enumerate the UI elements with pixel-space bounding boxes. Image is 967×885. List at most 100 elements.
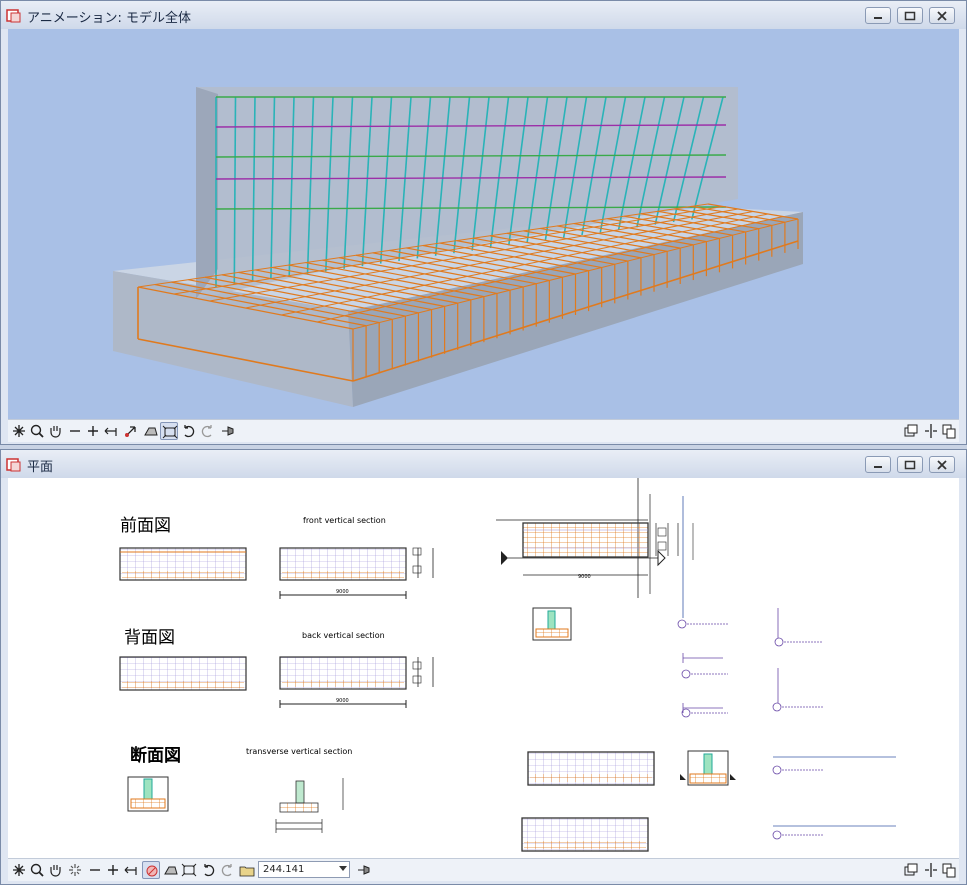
new-window-button[interactable]: [902, 422, 920, 440]
zoom-button[interactable]: [28, 861, 46, 879]
fit-icon: [181, 863, 197, 877]
pin-button[interactable]: [354, 861, 372, 879]
snap-button[interactable]: [66, 861, 84, 879]
pin-button[interactable]: [218, 422, 236, 440]
back-section-drawing[interactable]: 9000: [279, 656, 434, 708]
split-icon: [925, 863, 937, 877]
front-elevation-drawing[interactable]: [119, 547, 247, 581]
arrow-left-icon: [124, 866, 137, 875]
folder-icon: [239, 866, 255, 877]
redo-button[interactable]: [218, 861, 236, 879]
undo-button[interactable]: [180, 422, 198, 440]
maximize-button[interactable]: [897, 7, 923, 24]
copy-icon: [942, 863, 956, 878]
zoom-combo[interactable]: 244.141: [258, 861, 350, 878]
split-button[interactable]: [922, 422, 940, 440]
lower-section-drawing[interactable]: [680, 750, 736, 786]
zoom-in-button[interactable]: [84, 422, 102, 440]
shade-icon: [144, 427, 158, 436]
arrow-left-icon: [104, 427, 117, 436]
maximize-button[interactable]: [897, 456, 923, 473]
undo-icon: [204, 864, 215, 877]
redo-icon: [201, 425, 212, 438]
bar-schedule[interactable]: [677, 608, 823, 840]
pan-button[interactable]: [46, 861, 64, 879]
fit-all-button[interactable]: [160, 422, 178, 440]
copy-button[interactable]: [940, 861, 958, 879]
back-elevation-drawing[interactable]: [119, 656, 247, 691]
minimize-icon: [874, 466, 882, 468]
lower-elevation-1[interactable]: [527, 751, 655, 786]
select-tool-button[interactable]: [10, 422, 28, 440]
transverse-section-drawing[interactable]: [127, 776, 344, 833]
drawing-sheet[interactable]: 前面図 front vertical section 背面図 back vert…: [8, 478, 959, 858]
maximize-icon: [904, 11, 916, 21]
hand-icon: [50, 865, 61, 877]
window-title: 平面: [27, 460, 54, 475]
close-button[interactable]: [929, 7, 955, 24]
fit-width-button[interactable]: [122, 861, 140, 879]
redo-button[interactable]: [198, 422, 216, 440]
3d-viewport[interactable]: [8, 29, 959, 419]
undo-icon: [184, 425, 195, 438]
wall-left: [196, 87, 218, 299]
window-icon: [904, 424, 918, 437]
zoom-in-button[interactable]: [104, 861, 122, 879]
rotate-view-button[interactable]: [122, 422, 140, 440]
app-icon: [6, 458, 21, 472]
select-tool-button[interactable]: [10, 861, 28, 879]
layer-button[interactable]: [142, 861, 160, 879]
plan-window-titlebar[interactable]: 平面: [1, 450, 966, 478]
copy-icon: [942, 424, 956, 439]
close-button[interactable]: [929, 456, 955, 473]
split-icon: [925, 424, 937, 438]
plan-view-drawing[interactable]: 9000: [496, 478, 694, 618]
close-icon: [937, 460, 947, 470]
shade-button[interactable]: [142, 422, 160, 440]
shade-button[interactable]: [162, 861, 180, 879]
window-title: アニメーション: モデル全体: [27, 11, 191, 26]
maximize-icon: [904, 460, 916, 470]
minus-icon: [90, 869, 100, 871]
fit-width-button[interactable]: [102, 422, 120, 440]
asterisk-icon: [13, 425, 25, 437]
new-window-button[interactable]: [902, 861, 920, 879]
asterisk-icon: [13, 864, 25, 876]
drawing-canvas: 9000 9000 9000: [119, 478, 896, 852]
zoom-value: 244.141: [263, 864, 305, 875]
minimize-button[interactable]: [865, 7, 891, 24]
zoom-out-button[interactable]: [86, 861, 104, 879]
lower-elevation-2[interactable]: [521, 817, 649, 852]
chevron-down-icon[interactable]: [339, 866, 347, 871]
minimize-button[interactable]: [865, 456, 891, 473]
arrow-diagonal-icon: [125, 426, 136, 437]
sparkle-icon: [69, 864, 81, 876]
minimize-icon: [874, 17, 882, 19]
redo-icon: [221, 864, 232, 877]
top-toolbar: [8, 419, 959, 442]
copy-button[interactable]: [940, 422, 958, 440]
window-icon: [904, 863, 918, 876]
target-icon: [146, 865, 158, 877]
magnifier-icon: [30, 863, 44, 877]
rebar-3d-model[interactable]: [8, 29, 961, 419]
front-section-dim: 9000: [336, 589, 349, 595]
zoom-out-button[interactable]: [66, 422, 84, 440]
back-section-dim: 9000: [336, 698, 349, 704]
pin-icon: [222, 426, 234, 436]
small-section-drawing[interactable]: [532, 607, 572, 641]
minus-icon: [70, 430, 80, 432]
animation-window-titlebar[interactable]: アニメーション: モデル全体: [1, 1, 966, 29]
undo-button[interactable]: [200, 861, 218, 879]
front-section-drawing[interactable]: 9000: [279, 547, 434, 599]
pin-icon: [358, 865, 370, 875]
fit-all-button[interactable]: [180, 861, 198, 879]
app-icon: [6, 9, 21, 23]
open-button[interactable]: [238, 861, 256, 879]
animation-window: アニメーション: モデル全体: [0, 0, 967, 445]
plan-window: 平面 前面図 front vertical section 背面図 back v…: [0, 449, 967, 885]
fit-icon: [162, 425, 178, 439]
split-button[interactable]: [922, 861, 940, 879]
pan-button[interactable]: [46, 422, 64, 440]
zoom-button[interactable]: [28, 422, 46, 440]
